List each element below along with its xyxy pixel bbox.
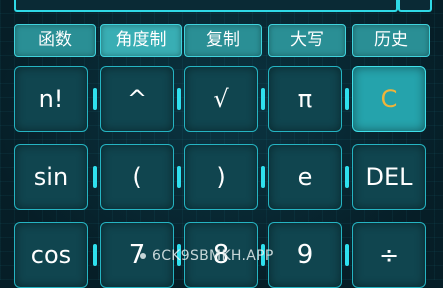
watermark: 6CK9SBMKH.APP xyxy=(140,248,274,264)
function-button[interactable]: 函数 xyxy=(14,24,96,57)
divider-tick xyxy=(177,166,181,188)
pi-key[interactable]: π xyxy=(268,66,342,132)
key-label: π xyxy=(297,85,313,113)
key-label: 9 xyxy=(296,240,314,270)
key-label: ( xyxy=(132,163,142,191)
divider-tick xyxy=(345,88,349,110)
divider-tick xyxy=(345,244,349,266)
delete-key[interactable]: DEL xyxy=(352,144,426,210)
sqrt-key[interactable]: √ xyxy=(184,66,258,132)
uppercase-button[interactable]: 大写 xyxy=(268,24,346,57)
watermark-text: 6CK9SBMKH.APP xyxy=(152,248,274,264)
factorial-key[interactable]: n! xyxy=(14,66,88,132)
clear-key[interactable]: C xyxy=(352,66,426,132)
divider-tick xyxy=(93,244,97,266)
divider-tick xyxy=(177,88,181,110)
divider-tick xyxy=(345,166,349,188)
divider-tick xyxy=(261,166,265,188)
display-panel xyxy=(14,0,398,12)
key-label: ÷ xyxy=(378,241,400,269)
key-label: ) xyxy=(216,163,226,191)
copy-button[interactable]: 复制 xyxy=(184,24,262,57)
key-label: DEL xyxy=(365,163,413,191)
display-side-panel xyxy=(398,0,432,12)
key-label: C xyxy=(380,85,398,113)
divider-tick xyxy=(93,88,97,110)
e-key[interactable]: e xyxy=(268,144,342,210)
key-label: ^ xyxy=(126,85,148,113)
digit-9-key[interactable]: 9 xyxy=(268,222,342,288)
divider-tick xyxy=(93,166,97,188)
divider-tick xyxy=(261,88,265,110)
divide-key[interactable]: ÷ xyxy=(352,222,426,288)
key-label: √ xyxy=(213,85,229,113)
history-button[interactable]: 历史 xyxy=(352,24,430,57)
key-label: n! xyxy=(38,85,64,113)
key-label: e xyxy=(297,163,313,191)
function-row: 函数 角度制 复制 大写 历史 xyxy=(0,24,443,57)
cos-key[interactable]: cos xyxy=(14,222,88,288)
close-paren-key[interactable]: ) xyxy=(184,144,258,210)
angle-mode-button[interactable]: 角度制 xyxy=(100,24,182,57)
sin-key[interactable]: sin xyxy=(14,144,88,210)
power-key[interactable]: ^ xyxy=(100,66,174,132)
key-label: sin xyxy=(33,163,69,191)
watermark-dot-icon xyxy=(140,253,146,259)
key-label: cos xyxy=(30,241,72,269)
open-paren-key[interactable]: ( xyxy=(100,144,174,210)
